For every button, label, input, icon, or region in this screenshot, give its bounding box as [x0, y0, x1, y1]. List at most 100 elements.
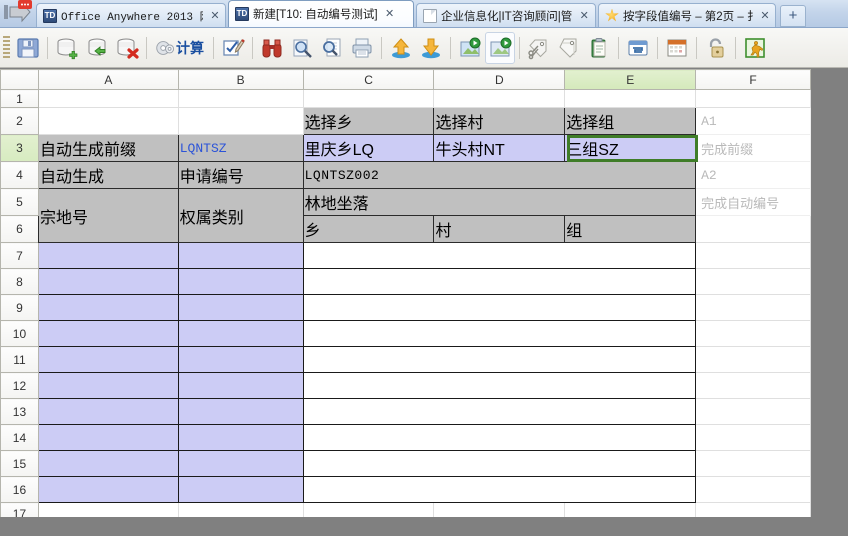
toolbar-grip-handle[interactable] — [3, 35, 10, 60]
cell-a2[interactable] — [37, 107, 179, 135]
cell-b8[interactable] — [177, 268, 304, 295]
cell-cde14[interactable] — [302, 424, 697, 451]
cell-d1[interactable] — [433, 89, 566, 108]
cut-tag-button[interactable] — [524, 32, 554, 64]
cell-e3-active[interactable]: 三组SZ — [564, 134, 697, 162]
spreadsheet-grid[interactable]: A B C D E F 1 2 选择乡 选择村 选择组 A1 3 自动生成前缀 … — [0, 69, 811, 517]
cell-b5-merged[interactable]: 权属类别 — [177, 188, 304, 243]
play-image-alt-button[interactable] — [485, 31, 515, 64]
cell-b15[interactable] — [177, 450, 304, 477]
cell-b10[interactable] — [177, 320, 304, 347]
cell-b16[interactable] — [177, 476, 304, 503]
cell-a13[interactable] — [37, 398, 179, 425]
cell-f8[interactable] — [695, 268, 811, 295]
cell-e2[interactable]: 选择组 — [564, 107, 697, 135]
cell-cde4-merged[interactable]: LQNTSZ002 — [302, 161, 697, 189]
cell-cde15[interactable] — [302, 450, 697, 477]
cell-f17[interactable] — [695, 502, 811, 517]
cell-f9[interactable] — [695, 294, 811, 321]
cell-b14[interactable] — [177, 424, 304, 451]
cell-f13[interactable] — [695, 398, 811, 425]
column-header-e[interactable]: E — [564, 69, 697, 90]
cell-e17[interactable] — [564, 502, 697, 517]
preview-button[interactable] — [317, 32, 347, 64]
clipboard-button[interactable] — [584, 32, 614, 64]
cell-b4[interactable]: 申请编号 — [177, 161, 304, 189]
cell-f4-hint[interactable]: A2 — [695, 161, 811, 189]
cell-f1[interactable] — [695, 89, 811, 108]
column-header-b[interactable]: B — [177, 69, 304, 90]
row-header-8[interactable]: 8 — [0, 268, 39, 295]
cell-b3[interactable]: LQNTSZ — [177, 134, 304, 162]
cell-f10[interactable] — [695, 320, 811, 347]
cell-cde11[interactable] — [302, 346, 697, 373]
cell-b9[interactable] — [177, 294, 304, 321]
cell-c1[interactable] — [302, 89, 435, 108]
cell-a11[interactable] — [37, 346, 179, 373]
window-button[interactable] — [623, 32, 653, 64]
cell-a1[interactable] — [37, 89, 179, 108]
find-button[interactable] — [257, 32, 287, 64]
row-header-12[interactable]: 12 — [0, 372, 39, 399]
unlock-button[interactable] — [701, 32, 731, 64]
cell-c3[interactable]: 里庆乡LQ — [302, 134, 435, 162]
cell-f12[interactable] — [695, 372, 811, 399]
row-header-5[interactable]: 5 — [0, 188, 39, 216]
column-header-c[interactable]: C — [302, 69, 435, 90]
horizontal-scroll-gutter[interactable] — [0, 517, 848, 536]
row-header-3[interactable]: 3 — [0, 134, 39, 162]
cell-b2[interactable] — [177, 107, 304, 135]
row-header-13[interactable]: 13 — [0, 398, 39, 425]
tag-button[interactable] — [554, 32, 584, 64]
row-header-14[interactable]: 14 — [0, 424, 39, 451]
cell-a9[interactable] — [37, 294, 179, 321]
cell-c2[interactable]: 选择乡 — [302, 107, 435, 135]
query-button[interactable] — [287, 32, 317, 64]
cell-b7[interactable] — [177, 242, 304, 269]
cell-c6[interactable]: 乡 — [302, 215, 435, 243]
vertical-scroll-gutter[interactable] — [811, 69, 848, 517]
cell-b11[interactable] — [177, 346, 304, 373]
cell-f16[interactable] — [695, 476, 811, 503]
cell-b13[interactable] — [177, 398, 304, 425]
browser-tab-3[interactable]: 企业信息化|IT咨询顾问|管 ✕ — [416, 3, 596, 27]
exit-arrow-icon[interactable] — [0, 0, 34, 27]
cell-cde13[interactable] — [302, 398, 697, 425]
upload-button[interactable] — [386, 32, 416, 64]
cell-a12[interactable] — [37, 372, 179, 399]
corner-select-all[interactable] — [0, 69, 39, 90]
browser-tab-1[interactable]: TD Office Anywhere 2013 网 ✕ — [36, 3, 226, 27]
cell-cde9[interactable] — [302, 294, 697, 321]
cell-b1[interactable] — [177, 89, 304, 108]
cell-f7[interactable] — [695, 242, 811, 269]
cell-a10[interactable] — [37, 320, 179, 347]
cell-a5-merged[interactable]: 宗地号 — [37, 188, 179, 243]
play-image-button[interactable] — [455, 32, 485, 64]
delete-record-button[interactable] — [112, 32, 142, 64]
cell-cde8[interactable] — [302, 268, 697, 295]
cell-e6[interactable]: 组 — [564, 215, 697, 243]
row-header-6[interactable]: 6 — [0, 215, 39, 243]
row-header-4[interactable]: 4 — [0, 161, 39, 189]
cell-f11[interactable] — [695, 346, 811, 373]
print-button[interactable] — [347, 32, 377, 64]
row-header-1[interactable]: 1 — [0, 89, 39, 108]
row-header-17[interactable]: 17 — [0, 502, 39, 517]
browser-tab-3-close-icon[interactable]: ✕ — [578, 10, 590, 22]
cell-d17[interactable] — [433, 502, 566, 517]
browser-tab-4[interactable]: 按字段值编号 – 第2页 – 扌 ✕ — [598, 3, 776, 27]
import-record-button[interactable] — [82, 32, 112, 64]
column-header-a[interactable]: A — [37, 69, 179, 90]
column-header-f[interactable]: F — [695, 69, 811, 90]
browser-tab-2[interactable]: TD 新建[T10: 自动编号测试] ✕ — [228, 0, 414, 27]
cell-b17[interactable] — [177, 502, 304, 517]
row-header-10[interactable]: 10 — [0, 320, 39, 347]
cell-f14[interactable] — [695, 424, 811, 451]
add-record-button[interactable] — [52, 32, 82, 64]
cell-f6[interactable] — [695, 215, 811, 243]
exit-button[interactable] — [740, 32, 770, 64]
cell-a15[interactable] — [37, 450, 179, 477]
calculate-button[interactable]: 计算 — [151, 32, 209, 64]
row-header-11[interactable]: 11 — [0, 346, 39, 373]
cell-a17[interactable] — [37, 502, 179, 517]
